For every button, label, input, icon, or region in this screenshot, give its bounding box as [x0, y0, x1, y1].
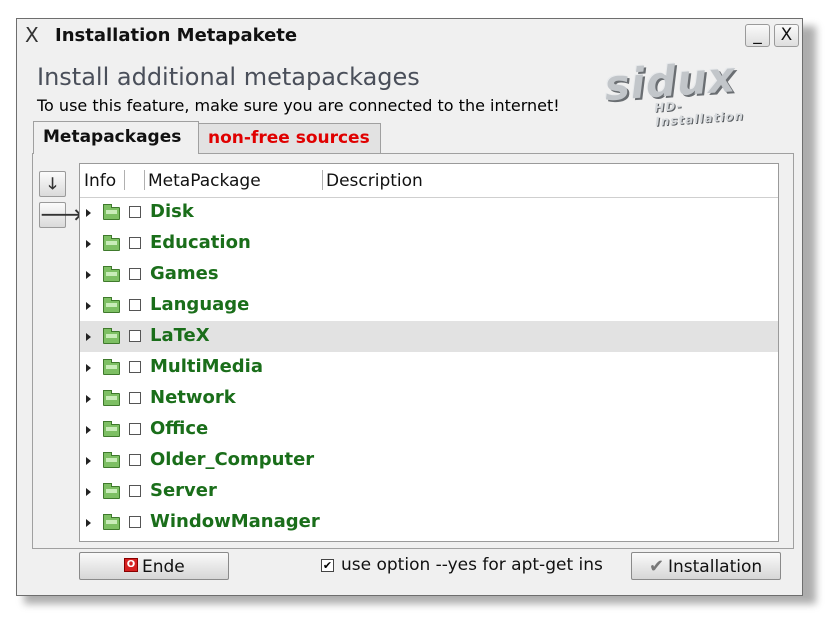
sidux-logo: sidux HD-Installation: [603, 52, 757, 129]
tree-row-label: Office: [150, 418, 209, 439]
tree-row[interactable]: Older_Computer: [80, 445, 778, 476]
installation-button[interactable]: ✔ Installation: [631, 552, 781, 580]
tree-row[interactable]: Language: [80, 290, 778, 321]
tree-row-label: Disk: [150, 201, 194, 222]
tree-row[interactable]: Server: [80, 476, 778, 507]
row-checkbox[interactable]: [129, 330, 141, 342]
row-checkbox[interactable]: [129, 516, 141, 528]
folder-icon: [103, 266, 120, 282]
folder-icon: [103, 328, 120, 344]
row-checkbox[interactable]: [129, 361, 141, 373]
yes-option-label[interactable]: use option --yes for apt-get ins: [341, 555, 603, 575]
ende-button-label: Ende: [142, 557, 185, 577]
arrow-right-icon: 🡒: [40, 205, 83, 224]
expand-arrow-icon[interactable]: [86, 271, 91, 279]
expand-arrow-icon[interactable]: [86, 519, 91, 527]
tree-row[interactable]: Disk: [80, 197, 778, 228]
tab-non-free-sources[interactable]: non-free sources: [198, 123, 381, 154]
folder-icon: [103, 297, 120, 313]
column-header-description[interactable]: Description: [326, 171, 423, 191]
row-checkbox[interactable]: [129, 454, 141, 466]
folder-icon: [103, 452, 120, 468]
folder-icon: [103, 514, 120, 530]
column-separator[interactable]: [144, 170, 145, 190]
minimize-button[interactable]: _: [745, 24, 770, 47]
tree-row-label: Server: [150, 480, 217, 501]
column-header-info[interactable]: Info: [84, 171, 116, 191]
tree-header: Info MetaPackage Description: [80, 164, 778, 198]
folder-icon: [103, 483, 120, 499]
expand-arrow-icon[interactable]: [86, 426, 91, 434]
installation-button-label: Installation: [668, 557, 763, 577]
tree-row-label: WindowManager: [150, 511, 320, 532]
tree-row[interactable]: Education: [80, 228, 778, 259]
tree-row-label: Older_Computer: [150, 449, 315, 470]
expand-arrow-icon[interactable]: [86, 240, 91, 248]
ende-button[interactable]: O Ende: [79, 552, 229, 580]
tree-row[interactable]: Office: [80, 414, 778, 445]
arrow-down-icon: 🡓: [48, 174, 57, 193]
tree-row[interactable]: MultiMedia: [80, 352, 778, 383]
column-header-metapackage[interactable]: MetaPackage: [148, 171, 261, 191]
window-menu-icon[interactable]: X: [25, 23, 39, 47]
page-subheading: To use this feature, make sure you are c…: [37, 96, 560, 115]
checkmark-icon: ✔: [649, 556, 665, 577]
expand-arrow-icon[interactable]: [86, 395, 91, 403]
window-title: Installation Metapakete: [55, 25, 298, 46]
tree-row-label: LaTeX: [150, 325, 210, 346]
move-down-button[interactable]: 🡓: [39, 171, 66, 197]
row-checkbox[interactable]: [129, 237, 141, 249]
title-bar[interactable]: X Installation Metapakete _ X: [17, 19, 802, 53]
expand-arrow-icon[interactable]: [86, 364, 91, 372]
expand-arrow-icon[interactable]: [86, 302, 91, 310]
expand-arrow-icon[interactable]: [86, 457, 91, 465]
expand-arrow-icon[interactable]: [86, 333, 91, 341]
page-heading: Install additional metapackages: [37, 63, 420, 91]
installation-window: X Installation Metapakete _ X Install ad…: [16, 18, 803, 596]
tree-row-label: Language: [150, 294, 250, 315]
tree-row-label: Games: [150, 263, 219, 284]
folder-icon: [103, 359, 120, 375]
row-checkbox[interactable]: [129, 392, 141, 404]
expand-arrow-icon[interactable]: [86, 209, 91, 217]
tab-metapackages[interactable]: Metapackages: [33, 121, 199, 154]
tree-row[interactable]: LaTeX: [80, 321, 778, 352]
row-checkbox[interactable]: [129, 268, 141, 280]
tree-row[interactable]: WindowManager: [80, 507, 778, 538]
yes-option-checkbox[interactable]: ✔: [321, 559, 334, 572]
tree-row[interactable]: Network: [80, 383, 778, 414]
move-right-button[interactable]: 🡒: [39, 202, 83, 228]
quit-icon: O: [124, 558, 138, 572]
row-checkbox[interactable]: [129, 206, 141, 218]
tree-row-label: Network: [150, 387, 236, 408]
row-checkbox[interactable]: [129, 299, 141, 311]
row-checkbox[interactable]: [129, 485, 141, 497]
column-separator[interactable]: [322, 170, 323, 190]
folder-icon: [103, 204, 120, 220]
expand-arrow-icon[interactable]: [86, 488, 91, 496]
close-button[interactable]: X: [774, 24, 799, 47]
column-separator[interactable]: [124, 170, 125, 190]
folder-icon: [103, 390, 120, 406]
metapackage-tree[interactable]: Info MetaPackage Description Disk Educati…: [79, 163, 779, 542]
logo-subtitle: HD-Installation: [653, 98, 745, 129]
tree-row[interactable]: Games: [80, 259, 778, 290]
folder-icon: [103, 421, 120, 437]
tree-row-label: Education: [150, 232, 251, 253]
tree-row-label: MultiMedia: [150, 356, 263, 377]
folder-icon: [103, 235, 120, 251]
row-checkbox[interactable]: [129, 423, 141, 435]
